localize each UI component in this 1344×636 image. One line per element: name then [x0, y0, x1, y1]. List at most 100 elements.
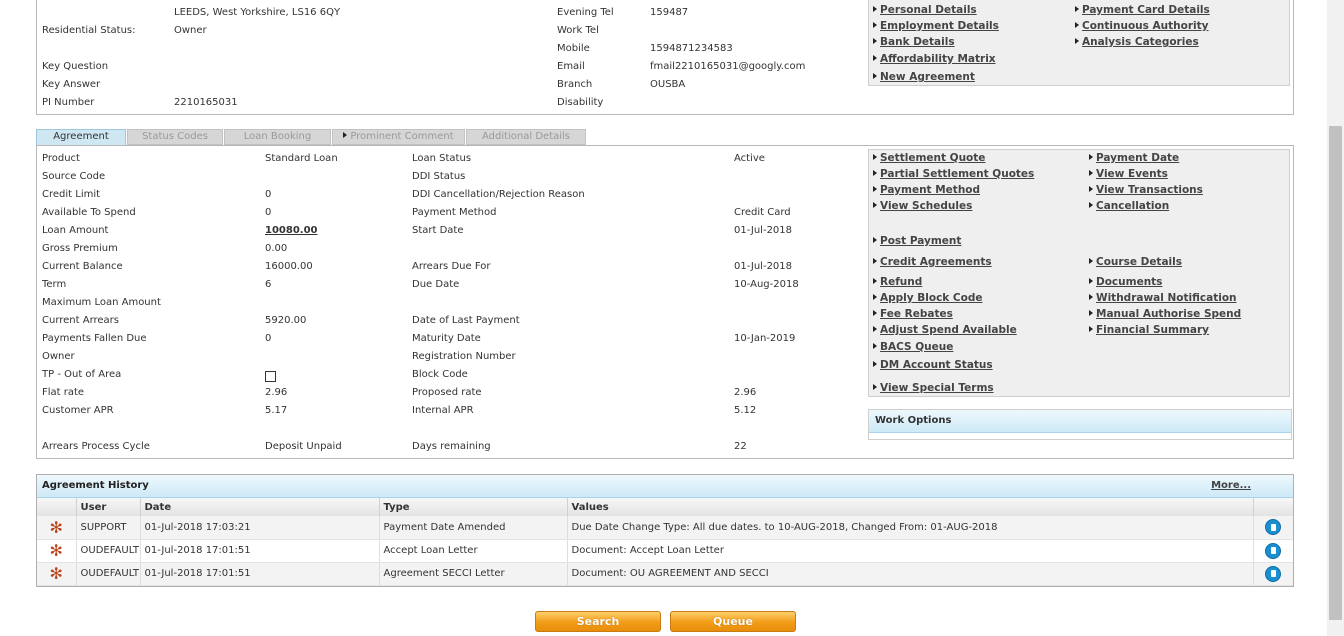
registration-number-label: Registration Number [412, 351, 516, 362]
personal-details-link[interactable]: Personal Details [873, 4, 977, 16]
view-schedules-link[interactable]: View Schedules [873, 200, 972, 212]
view-events-link[interactable]: View Events [1089, 168, 1168, 180]
withdrawal-notification-link[interactable]: Withdrawal Notification [1089, 292, 1237, 304]
more-link[interactable]: More... [1211, 480, 1251, 491]
gross-premium-value: 0.00 [265, 243, 288, 254]
manual-authorise-spend-link[interactable]: Manual Authorise Spend [1089, 308, 1241, 320]
pi-number-label: PI Number [42, 97, 95, 108]
email-value: fmail2210165031@googly.com [650, 61, 806, 72]
link-label: Manual Authorise Spend [1096, 308, 1242, 320]
loan-status-value: Active [734, 153, 765, 164]
history-action-cell [1253, 516, 1293, 540]
internal-apr-value: 5.12 [734, 405, 757, 416]
documents-link[interactable]: Documents [1089, 276, 1162, 288]
view-transactions-link[interactable]: View Transactions [1089, 184, 1203, 196]
arrow-right-icon [1089, 154, 1093, 160]
financial-summary-link[interactable]: Financial Summary [1089, 324, 1209, 336]
apply-block-code-link[interactable]: Apply Block Code [873, 292, 983, 304]
tab-agreement[interactable]: Agreement [36, 129, 126, 146]
history-header-row: User Date Type Values [37, 498, 1293, 516]
current-arrears-label: Current Arrears [42, 315, 120, 326]
link-label: Employment Details [880, 20, 999, 32]
days-remaining-label: Days remaining [412, 441, 491, 452]
tab-status-codes[interactable]: Status Codes [127, 129, 223, 145]
analysis-categories-link[interactable]: Analysis Categories [1075, 36, 1199, 48]
bacs-queue-link[interactable]: BACS Queue [873, 341, 953, 353]
post-payment-link[interactable]: Post Payment [873, 235, 961, 247]
link-label: Analysis Categories [1082, 36, 1199, 48]
course-details-link[interactable]: Course Details [1089, 256, 1182, 268]
link-label: View Events [1096, 168, 1168, 180]
table-row: ✻ OUDEFAULT 01-Jul-2018 17:01:51 Accept Loa… [37, 539, 1293, 563]
tab-loan-booking[interactable]: Loan Booking [224, 129, 331, 145]
arrow-right-icon [873, 22, 877, 28]
work-tel-label: Work Tel [557, 25, 599, 36]
link-label: Refund [880, 276, 923, 288]
document-icon[interactable] [1265, 519, 1282, 536]
pi-number-value: 2210165031 [174, 97, 238, 108]
link-label: BACS Queue [880, 341, 954, 353]
scrollbar-thumb[interactable] [1329, 126, 1342, 620]
proposed-rate-label: Proposed rate [412, 387, 482, 398]
arrow-right-icon [873, 278, 877, 284]
product-value: Standard Loan [265, 153, 338, 164]
payment-method-link[interactable]: Payment Method [873, 184, 980, 196]
view-special-terms-link[interactable]: View Special Terms [873, 382, 994, 394]
payment-date-link[interactable]: Payment Date [1089, 152, 1179, 164]
affordability-matrix-link[interactable]: Affordability Matrix [873, 53, 996, 65]
employment-details-link[interactable]: Employment Details [873, 20, 999, 32]
link-label: Credit Agreements [880, 256, 992, 268]
mobile-label: Mobile [557, 43, 590, 54]
flat-rate-value: 2.96 [265, 387, 288, 398]
tp-out-of-area-checkbox[interactable] [265, 371, 276, 382]
settlement-quote-link[interactable]: Settlement Quote [873, 152, 985, 164]
payments-fallen-due-value: 0 [265, 333, 272, 344]
arrow-right-icon [873, 202, 877, 208]
maximum-loan-amount-label: Maximum Loan Amount [42, 297, 161, 308]
maturity-date-label: Maturity Date [412, 333, 481, 344]
partial-settlement-quotes-link[interactable]: Partial Settlement Quotes [873, 168, 1034, 180]
adjust-spend-available-link[interactable]: Adjust Spend Available [873, 324, 1017, 336]
arrow-right-icon [873, 237, 877, 243]
due-date-label: Due Date [412, 279, 460, 290]
loan-amount-value[interactable]: 10080.00 [265, 225, 318, 236]
bank-details-link[interactable]: Bank Details [873, 36, 955, 48]
link-label: Apply Block Code [880, 292, 983, 304]
tab-prominent-comment[interactable]: Prominent Comment [332, 129, 465, 145]
continuous-authority-link[interactable]: Continuous Authority [1075, 20, 1209, 32]
document-icon[interactable] [1265, 542, 1282, 559]
start-date-value: 01-Jul-2018 [734, 225, 793, 236]
payment-card-details-link[interactable]: Payment Card Details [1075, 4, 1210, 16]
evening-tel-label: Evening Tel [557, 7, 614, 18]
arrow-right-icon [1089, 294, 1093, 300]
link-label: Documents [1096, 276, 1163, 288]
term-label: Term [42, 279, 67, 290]
refund-link[interactable]: Refund [873, 276, 922, 288]
link-label: Settlement Quote [880, 152, 986, 164]
link-label: Payment Date [1096, 152, 1180, 164]
search-button[interactable]: Search [535, 611, 661, 632]
due-date-value: 10-Aug-2018 [734, 279, 799, 290]
new-agreement-link[interactable]: New Agreement [873, 71, 975, 83]
fee-rebates-link[interactable]: Fee Rebates [873, 308, 953, 320]
arrow-right-icon [1075, 22, 1079, 28]
credit-limit-value: 0 [265, 189, 272, 200]
document-icon[interactable] [1265, 565, 1282, 582]
dm-account-status-link[interactable]: DM Account Status [873, 359, 993, 371]
ddi-cancellation-rejection-reason-label: DDI Cancellation/Rejection Reason [412, 189, 585, 200]
queue-button[interactable]: Queue [670, 611, 796, 632]
icon-col-header [37, 498, 77, 516]
tab-additional-details[interactable]: Additional Details [466, 129, 586, 145]
link-label: Fee Rebates [880, 308, 953, 320]
cancellation-link[interactable]: Cancellation [1089, 200, 1169, 212]
arrears-process-cycle-value: Deposit Unpaid [265, 441, 342, 452]
residential-status-value: Owner [174, 25, 207, 36]
arrears-due-for-value: 01-Jul-2018 [734, 261, 793, 272]
credit-agreements-link[interactable]: Credit Agreements [873, 256, 992, 268]
payments-fallen-due-label: Payments Fallen Due [42, 333, 147, 344]
arrow-right-icon [1089, 310, 1093, 316]
key-answer-label: Key Answer [42, 79, 101, 90]
link-label: View Schedules [880, 200, 973, 212]
term-value: 6 [265, 279, 272, 290]
loan-status-label: Loan Status [412, 153, 472, 164]
